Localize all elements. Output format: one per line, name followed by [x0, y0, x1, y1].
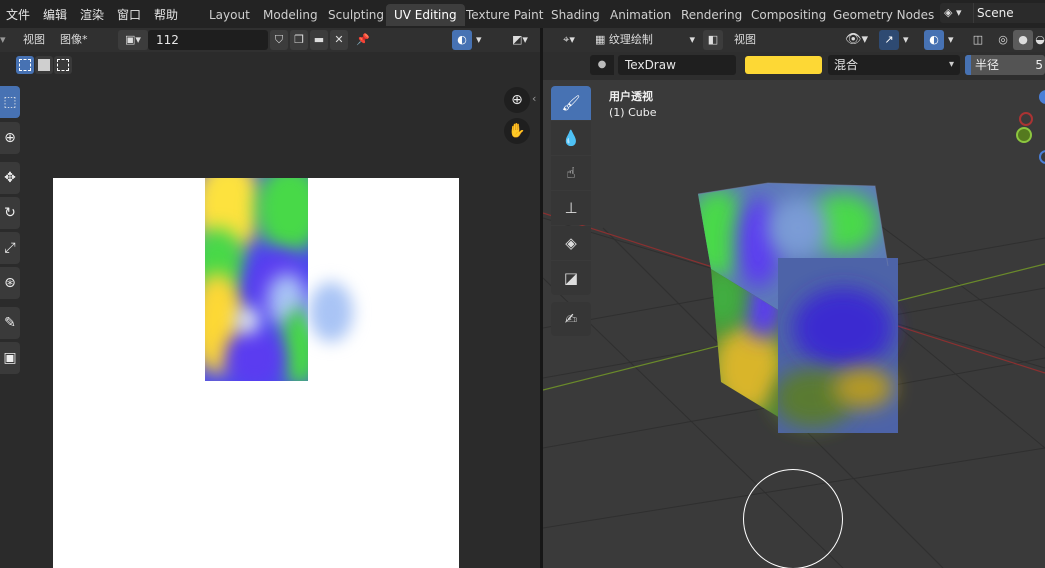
view-perspective-label: 用户透视	[609, 90, 653, 103]
tab-compositing[interactable]: Compositing	[743, 4, 834, 26]
tab-texture-paint[interactable]: Texture Paint	[458, 4, 551, 26]
menu-edit[interactable]: 编辑	[43, 6, 67, 23]
soften-brush-icon[interactable]: 💧	[551, 121, 591, 155]
painted-texture	[205, 178, 308, 381]
brush-stroke-preview	[309, 282, 353, 342]
image-editor[interactable]: ▾ 视图 图像* ▣▾ 112 ⛉ ❐ ▬ ✕ 📌 ◐ ▾ ◩▾ ⬚ ⊕ ✥ ↻…	[0, 28, 540, 568]
scene-icon[interactable]: ◈ ▾	[944, 5, 970, 21]
image-menu[interactable]: 图像*	[60, 31, 88, 49]
image-name-field[interactable]: 112	[148, 30, 268, 50]
scene-selector[interactable]: ◈ ▾ Scene	[940, 3, 1045, 23]
select-new-icon[interactable]	[16, 56, 34, 74]
tab-geometry-nodes[interactable]: Geometry Nodes	[825, 4, 942, 26]
selection-mode-bar	[0, 52, 540, 78]
tab-modeling[interactable]: Modeling	[255, 4, 326, 26]
select-extend-icon[interactable]	[35, 56, 53, 74]
tab-sculpting[interactable]: Sculpting	[320, 4, 392, 26]
brush-radius-cursor	[743, 469, 843, 568]
select-subtract-icon[interactable]	[54, 56, 72, 74]
gizmo-x-axis-icon[interactable]	[1019, 112, 1033, 126]
collapse-arrow-icon[interactable]: ‹	[532, 92, 536, 105]
annotate-tool-icon[interactable]: ✎	[0, 307, 20, 339]
open-folder-icon[interactable]: ▬	[310, 30, 328, 50]
display-channels-icon[interactable]: ◩▾	[505, 30, 535, 50]
fake-user-shield-icon[interactable]: ⛉	[270, 30, 288, 50]
menu-help[interactable]: 帮助	[154, 6, 178, 23]
annotate-pen-icon[interactable]: ✍	[551, 302, 591, 336]
gizmo-y-axis-icon[interactable]	[1016, 127, 1032, 143]
image-canvas[interactable]	[53, 178, 459, 568]
image-editor-header: ▾ 视图 图像* ▣▾ 112 ⛉ ❐ ▬ ✕ 📌 ◐ ▾ ◩▾	[0, 28, 540, 52]
menu-window[interactable]: 窗口	[117, 6, 141, 23]
active-object-label: (1) Cube	[609, 106, 657, 119]
view-menu[interactable]: 视图	[23, 31, 45, 49]
overlay-icon[interactable]: ◐	[452, 30, 472, 50]
image-browse-icon[interactable]: ▣▾	[118, 30, 148, 50]
tab-rendering[interactable]: Rendering	[673, 4, 750, 26]
tab-uv-editing[interactable]: UV Editing	[386, 4, 465, 26]
menu-file[interactable]: 文件	[6, 6, 30, 23]
move-tool-icon[interactable]: ✥	[0, 162, 20, 194]
3d-viewport[interactable]: ⌖▾ ▦ 纹理绘制 ▾ ◧ 视图 👁▾ ↗ ▾ ◐ ▾ ◫ ◎ ● ◒ ● Tex…	[543, 28, 1045, 568]
chevron-down-icon[interactable]: ▾	[0, 31, 6, 49]
scale-tool-icon[interactable]: ⤢	[0, 232, 20, 264]
rotate-tool-icon[interactable]: ↻	[0, 197, 20, 229]
tab-shading[interactable]: Shading	[543, 4, 608, 26]
draw-brush-icon[interactable]: 🖌	[551, 86, 591, 120]
zoom-icon[interactable]: ⊕	[504, 87, 530, 113]
tab-layout[interactable]: Layout	[201, 4, 258, 26]
fill-bucket-icon[interactable]: ◈	[551, 226, 591, 260]
overlay-dropdown-icon[interactable]: ▾	[476, 31, 482, 49]
select-box-tool-icon[interactable]: ⬚	[0, 86, 20, 118]
top-bar: 文件 编辑 渲染 窗口 帮助 Layout Modeling Sculpting…	[0, 0, 1045, 28]
unlink-close-icon[interactable]: ✕	[330, 30, 348, 50]
pin-icon[interactable]: 📌	[356, 31, 370, 49]
cursor-tool-icon[interactable]: ⊕	[0, 122, 20, 154]
clone-stamp-icon[interactable]: ⊥	[551, 191, 591, 225]
scene-name: Scene	[977, 6, 1014, 20]
mask-brush-icon[interactable]: ◪	[551, 261, 591, 295]
cube-tool-icon[interactable]: ▣	[0, 342, 20, 374]
menu-render[interactable]: 渲染	[80, 6, 104, 23]
duplicate-icon[interactable]: ❐	[290, 30, 308, 50]
transform-tool-icon[interactable]: ⊛	[0, 267, 20, 299]
pan-hand-icon[interactable]: ✋	[504, 118, 530, 144]
tab-animation[interactable]: Animation	[602, 4, 679, 26]
smear-brush-icon[interactable]: ☝	[551, 156, 591, 190]
